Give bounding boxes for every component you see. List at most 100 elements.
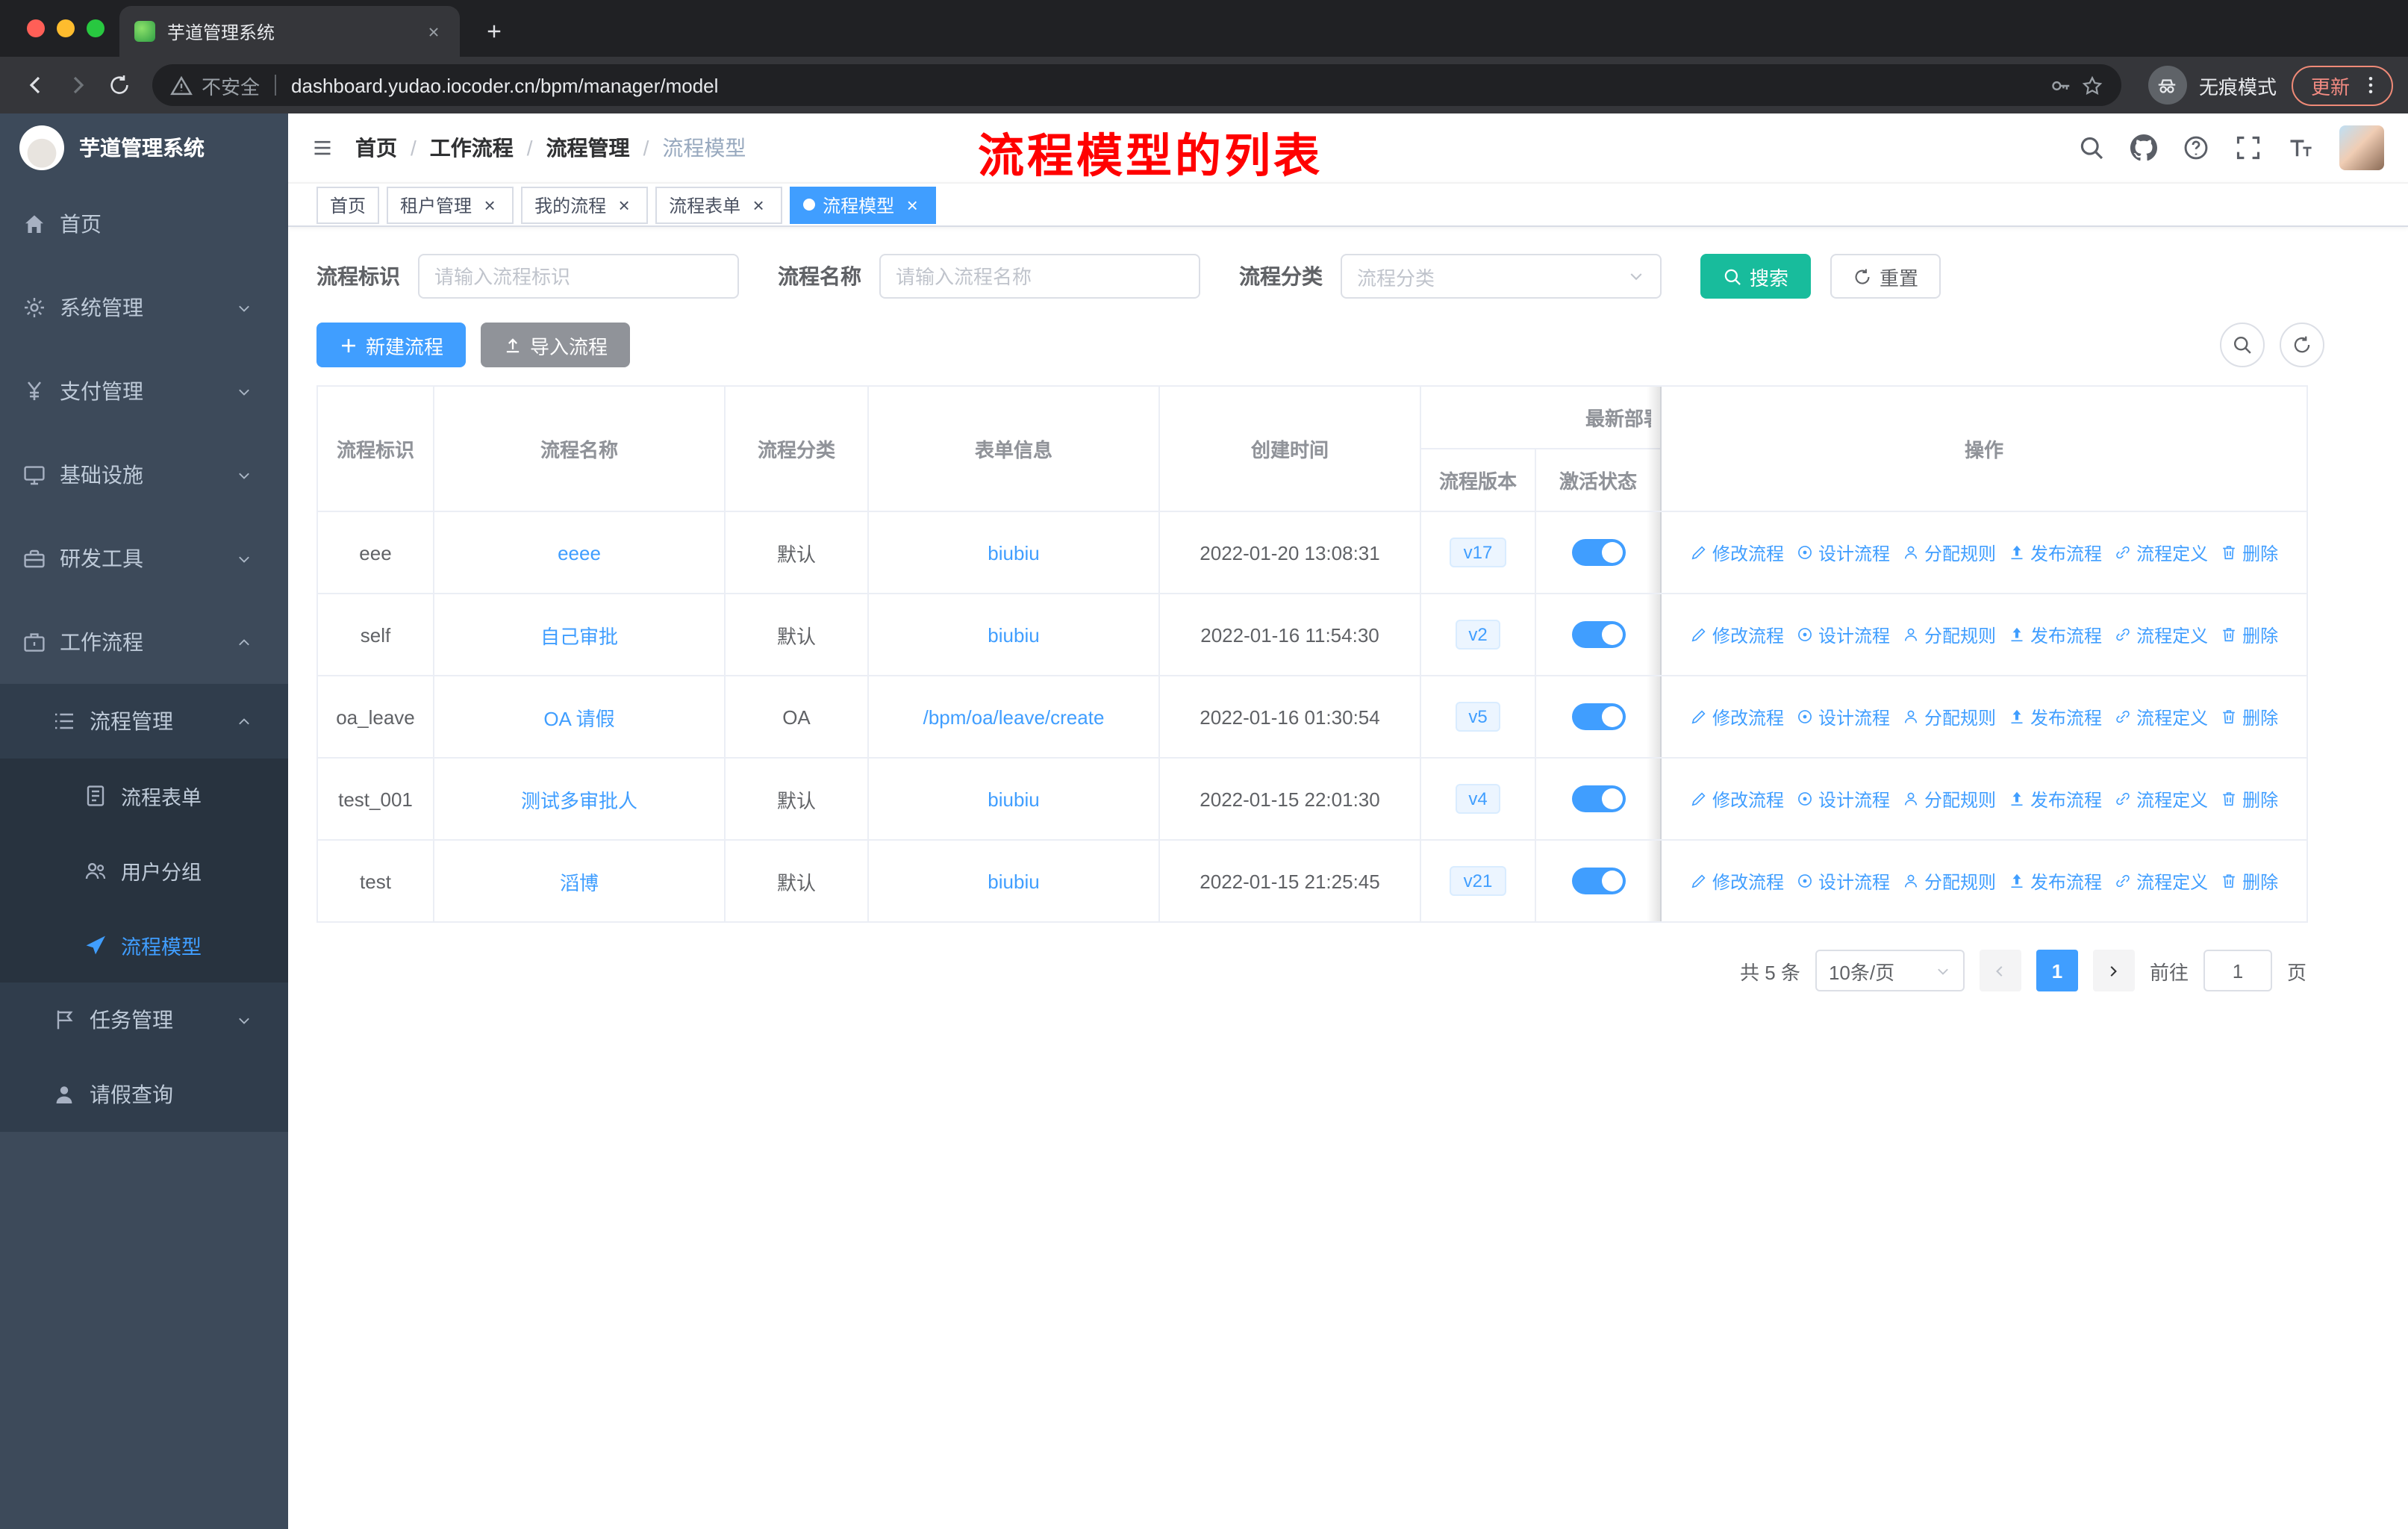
next-page-button[interactable] [2092,950,2135,991]
search-icon[interactable] [2078,134,2105,161]
action-publish-link[interactable]: 发布流程 [2008,540,2102,565]
tag-流程模型[interactable]: 流程模型 × [790,186,937,223]
user-avatar[interactable] [2339,125,2384,170]
tag-close-icon[interactable]: × [748,194,769,215]
action-publish-link[interactable]: 发布流程 [2008,868,2102,894]
action-link-link[interactable]: 流程定义 [2114,540,2208,565]
action-link-link[interactable]: 流程定义 [2114,704,2208,729]
page-number-1[interactable]: 1 [2036,950,2078,991]
help-icon[interactable] [2183,134,2209,161]
app-logo[interactable]: 芋道管理系统 [0,113,288,182]
toggle-search-button[interactable] [2220,323,2265,367]
form-link[interactable]: /bpm/oa/leave/create [923,706,1105,728]
process-name-link[interactable]: 测试多审批人 [521,789,637,812]
browser-update-button[interactable]: 更新 [2291,65,2393,105]
sidebar-item-process-form[interactable]: 流程表单 [0,759,288,833]
sidebar-item-task-manage[interactable]: 任务管理 [0,983,288,1057]
sidebar-item-process-manage[interactable]: 流程管理 [0,684,288,759]
tag-首页[interactable]: 首页 [316,186,380,223]
active-toggle[interactable] [1571,621,1625,648]
new-tab-button[interactable] [475,12,514,51]
tag-租户管理[interactable]: 租户管理 × [387,186,514,223]
action-design-link[interactable]: 设计流程 [1796,540,1890,565]
sidebar-item-infrastructure[interactable]: 基础设施 [0,433,288,517]
process-name-link[interactable]: eeee [558,541,601,564]
browser-menu-icon[interactable] [2360,75,2381,96]
collapse-sidebar-button[interactable] [312,137,333,158]
process-name-link[interactable]: 自己审批 [540,625,618,647]
tag-流程表单[interactable]: 流程表单 × [655,186,783,223]
action-link-link[interactable]: 流程定义 [2114,868,2208,894]
sidebar-item-home[interactable]: 首页 [0,182,288,266]
action-delete-link[interactable]: 删除 [2220,704,2278,729]
import-process-button[interactable]: 导入流程 [481,323,631,367]
security-label[interactable]: 不安全 [202,71,260,99]
create-process-button[interactable]: 新建流程 [316,323,467,367]
action-assign-link[interactable]: 分配规则 [1902,704,1996,729]
action-assign-link[interactable]: 分配规则 [1902,540,1996,565]
action-design-link[interactable]: 设计流程 [1796,622,1890,647]
action-delete-link[interactable]: 删除 [2220,868,2278,894]
action-edit-link[interactable]: 修改流程 [1690,786,1784,812]
filter-select-process-category[interactable]: 流程分类 [1341,254,1662,299]
breadcrumb-item-0[interactable]: 首页 [355,133,397,163]
active-toggle[interactable] [1571,785,1625,812]
action-edit-link[interactable]: 修改流程 [1690,622,1784,647]
action-assign-link[interactable]: 分配规则 [1902,868,1996,894]
refresh-table-button[interactable] [2280,323,2324,367]
forward-button[interactable] [57,64,99,106]
tab-close-icon[interactable] [421,19,445,43]
form-link[interactable]: biubiu [988,623,1039,646]
action-edit-link[interactable]: 修改流程 [1690,868,1784,894]
sidebar-item-devtools[interactable]: 研发工具 [0,517,288,600]
reset-button[interactable]: 重置 [1830,254,1941,299]
form-link[interactable]: biubiu [988,870,1039,892]
tag-我的流程[interactable]: 我的流程 × [521,186,649,223]
action-assign-link[interactable]: 分配规则 [1902,622,1996,647]
action-link-link[interactable]: 流程定义 [2114,622,2208,647]
back-button[interactable] [15,64,57,106]
action-assign-link[interactable]: 分配规则 [1902,786,1996,812]
prev-page-button[interactable] [1979,950,2021,991]
page-size-select[interactable]: 10条/页 [1815,950,1965,991]
breadcrumb-item-2[interactable]: 流程管理 [546,133,630,163]
process-name-link[interactable]: OA 请假 [543,707,614,729]
action-design-link[interactable]: 设计流程 [1796,704,1890,729]
sidebar-item-leave-query[interactable]: 请假查询 [0,1057,288,1132]
filter-input-process-name[interactable] [879,254,1200,299]
tag-close-icon[interactable]: × [902,194,923,215]
search-button[interactable]: 搜索 [1700,254,1812,299]
reload-button[interactable] [99,64,140,106]
sidebar-item-process-model[interactable]: 流程模型 [0,908,288,983]
sidebar-item-payment[interactable]: 支付管理 [0,349,288,433]
action-edit-link[interactable]: 修改流程 [1690,540,1784,565]
action-design-link[interactable]: 设计流程 [1796,868,1890,894]
bookmark-star-icon[interactable] [2081,74,2103,96]
sidebar-item-workflow[interactable]: 工作流程 [0,600,288,684]
action-publish-link[interactable]: 发布流程 [2008,622,2102,647]
browser-tab[interactable]: 芋道管理系统 [119,6,460,57]
action-publish-link[interactable]: 发布流程 [2008,786,2102,812]
incognito-avatar[interactable] [2147,66,2187,105]
active-toggle[interactable] [1571,703,1625,730]
tag-close-icon[interactable]: × [614,194,634,215]
action-delete-link[interactable]: 删除 [2220,540,2278,565]
active-toggle[interactable] [1571,868,1625,894]
close-window-button[interactable] [27,19,45,37]
zoom-window-button[interactable] [87,19,105,37]
sidebar-item-user-group[interactable]: 用户分组 [0,833,288,908]
font-size-icon[interactable] [2287,134,2314,161]
action-delete-link[interactable]: 删除 [2220,622,2278,647]
key-icon[interactable] [2050,74,2072,96]
goto-page-input[interactable] [2203,950,2272,991]
action-design-link[interactable]: 设计流程 [1796,786,1890,812]
breadcrumb-item-1[interactable]: 工作流程 [430,133,514,163]
process-name-link[interactable]: 滔博 [560,871,599,894]
active-toggle[interactable] [1571,539,1625,566]
form-link[interactable]: biubiu [988,541,1039,564]
action-link-link[interactable]: 流程定义 [2114,786,2208,812]
form-link[interactable]: biubiu [988,788,1039,810]
action-edit-link[interactable]: 修改流程 [1690,704,1784,729]
address-bar[interactable]: 不安全 dashboard.yudao.iocoder.cn/bpm/manag… [152,64,2121,106]
url-text[interactable]: dashboard.yudao.iocoder.cn/bpm/manager/m… [291,74,2041,96]
